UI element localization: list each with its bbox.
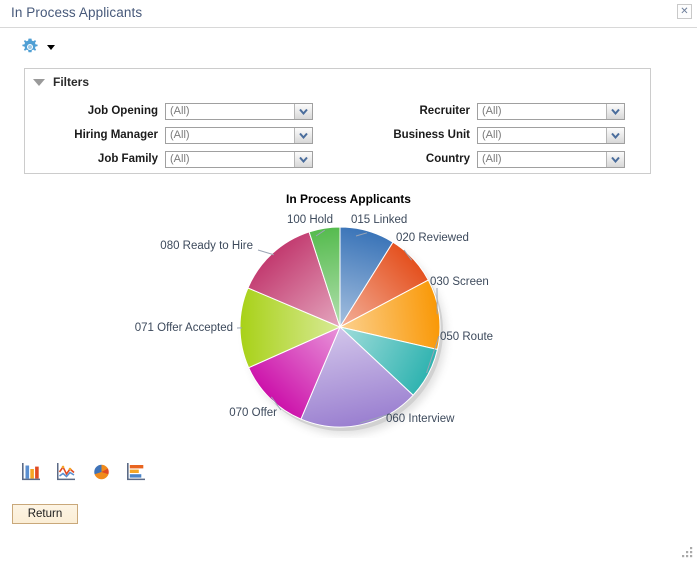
chevron-down-icon[interactable]: [47, 44, 55, 50]
recruiter-select[interactable]: (All): [477, 102, 625, 120]
window-title-bar: In Process Applicants ✕: [0, 0, 697, 28]
resize-grip[interactable]: [681, 546, 694, 559]
filter-label: Country: [425, 153, 470, 165]
chevron-down-icon[interactable]: [606, 127, 624, 143]
pie-slice-label: 100 Hold: [287, 214, 333, 226]
filter-field-country: Country (All): [337, 150, 625, 168]
country-select[interactable]: (All): [477, 150, 625, 168]
pie-slice-label: 015 Linked: [351, 214, 407, 226]
pie-slice-label: 020 Reviewed: [396, 232, 469, 244]
pie-slice-label: 070 Offer: [229, 407, 277, 419]
pie-slice-label: 050 Route: [440, 331, 493, 343]
chevron-down-icon[interactable]: [294, 151, 312, 167]
filters-header[interactable]: Filters: [33, 75, 89, 89]
chart-type-toolbar: [22, 463, 146, 481]
chevron-down-icon[interactable]: [294, 103, 312, 119]
filter-field-job-opening: Job Opening (All): [25, 102, 313, 120]
filter-row: Hiring Manager (All) Business Unit (All): [25, 123, 650, 147]
pie-slice-label: 060 Interview: [386, 413, 455, 425]
filter-field-recruiter: Recruiter (All): [337, 102, 625, 120]
filter-label: Hiring Manager: [74, 129, 158, 141]
actions-toolbar: [20, 36, 55, 58]
filter-label: Job Opening: [87, 105, 158, 117]
horizontal-bar-chart-icon[interactable]: [127, 463, 146, 481]
filter-field-hiring-manager: Hiring Manager (All): [25, 126, 313, 144]
pie-chart[interactable]: 015 Linked 020 Reviewed 030 Screen 050 Rout…: [0, 188, 697, 438]
job-family-select[interactable]: (All): [165, 150, 313, 168]
return-button[interactable]: Return: [12, 504, 78, 524]
chevron-down-icon[interactable]: [294, 127, 312, 143]
close-icon[interactable]: ✕: [677, 4, 692, 19]
select-value: (All): [482, 152, 502, 165]
select-value: (All): [170, 128, 190, 141]
pie-leader-line: [257, 249, 274, 256]
filter-field-job-family: Job Family (All): [25, 150, 313, 168]
pie-chart-icon[interactable]: [92, 463, 111, 481]
hiring-manager-select[interactable]: (All): [165, 126, 313, 144]
chevron-down-icon[interactable]: [606, 103, 624, 119]
pie-slices[interactable]: [239, 226, 443, 431]
filters-grid: Job Opening (All) Recruiter (All) Hiring…: [25, 99, 650, 171]
business-unit-select[interactable]: (All): [477, 126, 625, 144]
select-value: (All): [482, 104, 502, 117]
select-value: (All): [170, 152, 190, 165]
chart-container: In Process Applicants 015 Linked 020 Revi…: [0, 188, 697, 438]
bar-chart-icon[interactable]: [22, 463, 41, 481]
pie-slice-label: 080 Ready to Hire: [160, 240, 253, 252]
filter-row: Job Opening (All) Recruiter (All): [25, 99, 650, 123]
filters-panel: Filters Job Opening (All) Recruiter (All…: [24, 68, 651, 174]
select-value: (All): [482, 128, 502, 141]
triangle-down-icon[interactable]: [33, 78, 45, 86]
chevron-down-icon[interactable]: [606, 151, 624, 167]
filters-legend: Filters: [53, 75, 90, 89]
job-opening-select[interactable]: (All): [165, 102, 313, 120]
filter-label: Recruiter: [419, 105, 471, 117]
select-value: (All): [170, 104, 190, 117]
pie-slice-label: 030 Screen: [430, 276, 489, 288]
pie-slice-label: 071 Offer Accepted: [135, 322, 233, 334]
page-title: In Process Applicants: [11, 5, 143, 20]
line-chart-icon[interactable]: [57, 463, 76, 481]
filter-row: Job Family (All) Country (All): [25, 147, 650, 171]
filter-field-business-unit: Business Unit (All): [337, 126, 625, 144]
filter-label: Job Family: [97, 153, 158, 165]
gear-icon[interactable]: [20, 37, 40, 57]
filter-label: Business Unit: [393, 129, 470, 141]
